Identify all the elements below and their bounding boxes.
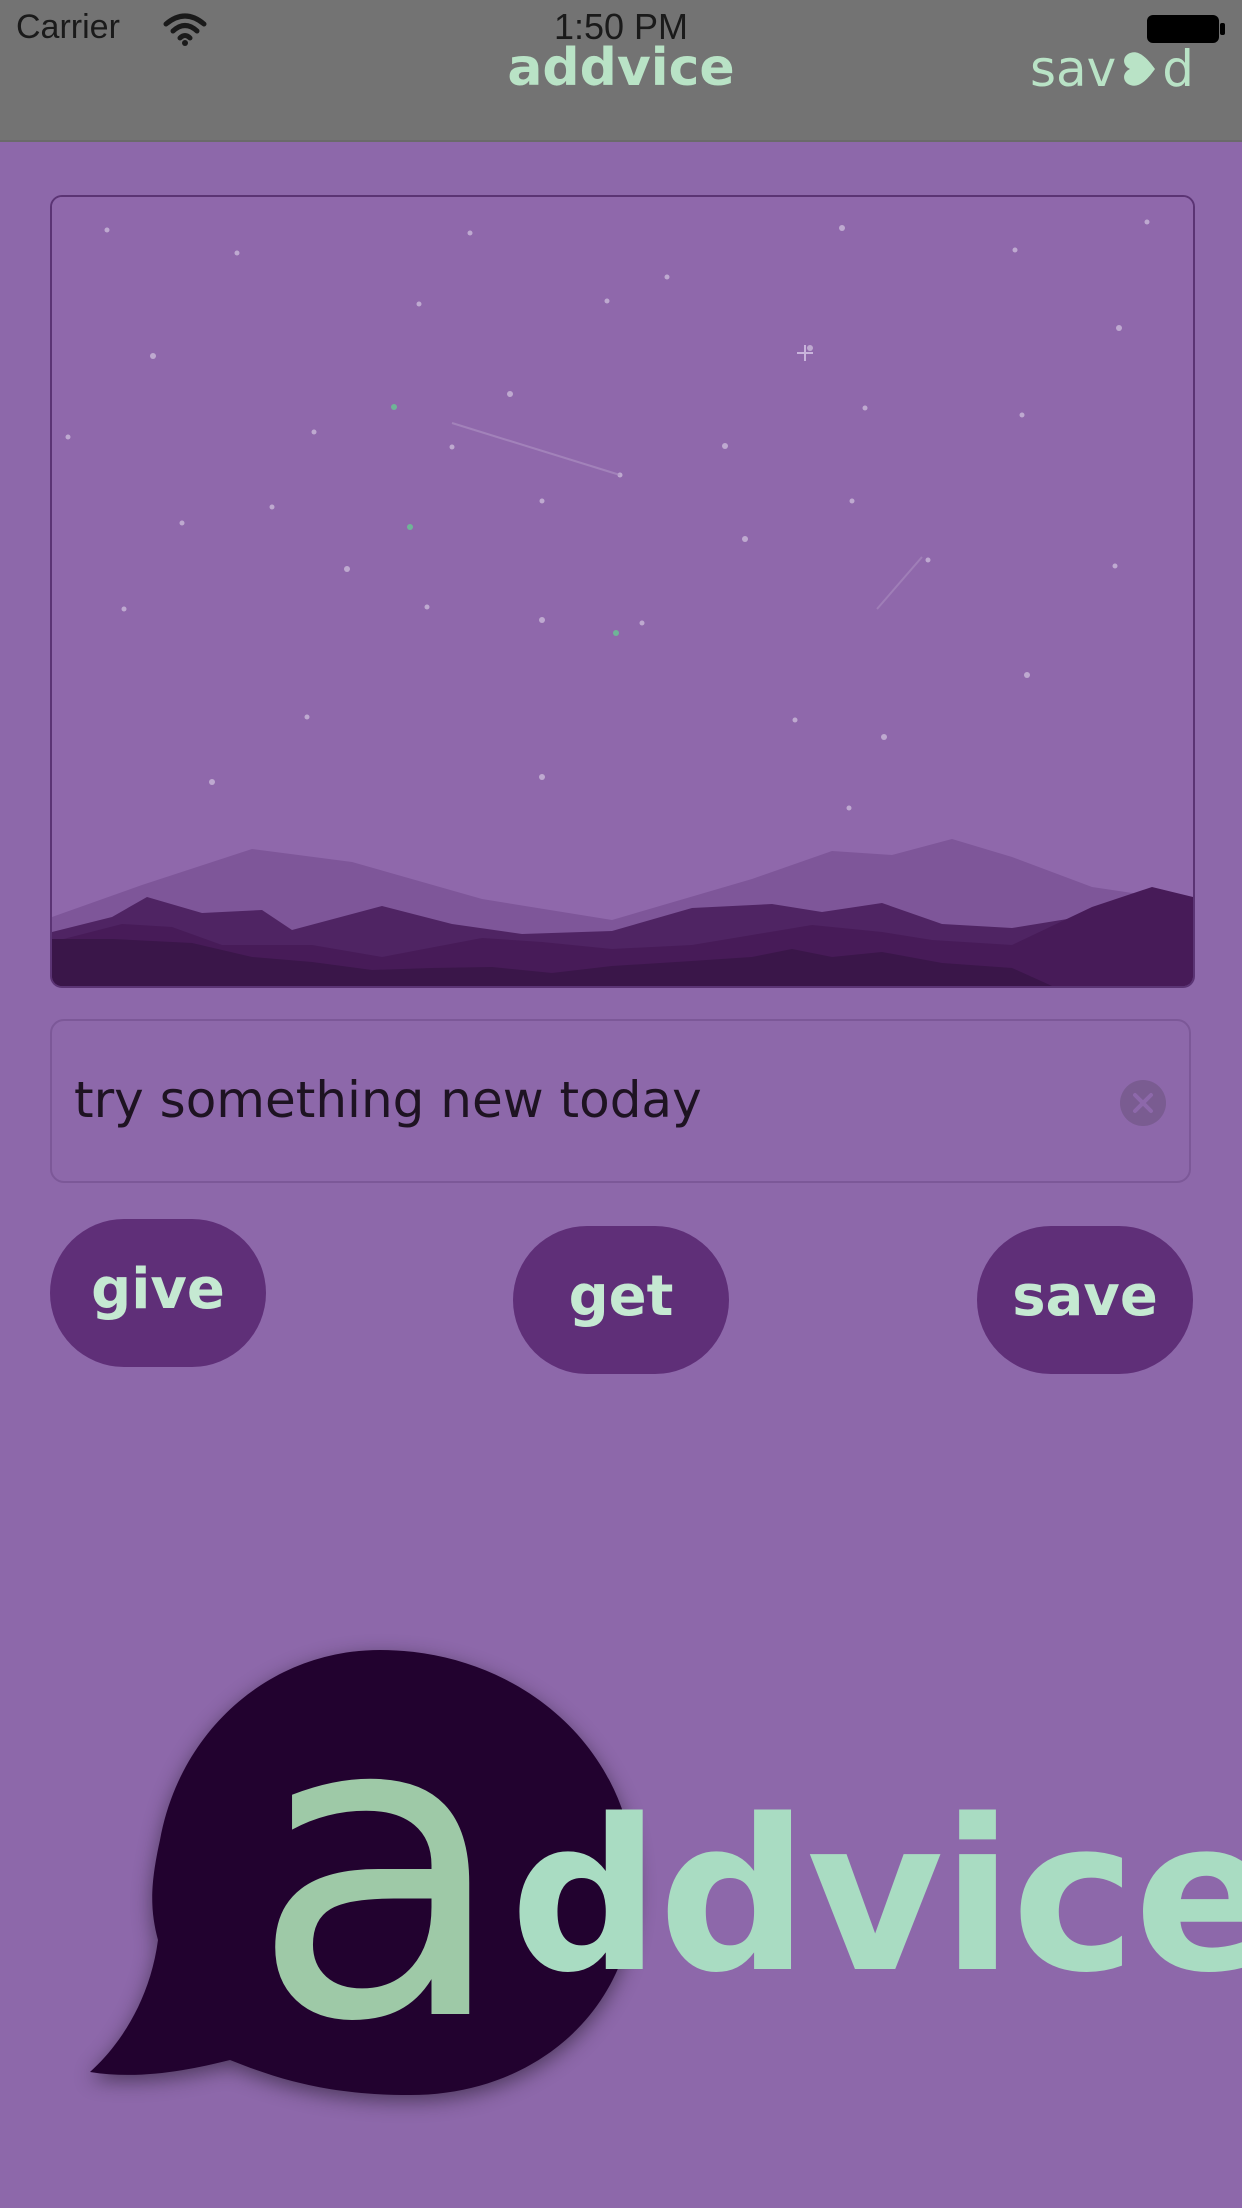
heart-icon bbox=[1124, 52, 1156, 86]
saved-label-prefix: sav bbox=[1029, 40, 1117, 98]
logo-letter-a: a bbox=[250, 1625, 508, 2114]
get-button[interactable]: get bbox=[513, 1226, 729, 1374]
addvice-logo: a ddvice bbox=[80, 1625, 1242, 2120]
advice-text-field[interactable]: try something new today bbox=[50, 1019, 1191, 1183]
mountain-landscape-illustration bbox=[52, 197, 1193, 986]
advice-text-value: try something new today bbox=[74, 1071, 702, 1129]
saved-label-suffix: d bbox=[1162, 40, 1194, 98]
navigation-bar: Carrier 1:50 PM addvice sav d bbox=[0, 0, 1242, 142]
save-button[interactable]: save bbox=[977, 1226, 1193, 1374]
clear-icon[interactable] bbox=[1119, 1079, 1167, 1127]
logo-wordmark: ddvice bbox=[510, 1774, 1242, 2019]
give-button[interactable]: give bbox=[50, 1219, 266, 1367]
night-sky-image bbox=[50, 195, 1195, 988]
saved-button[interactable]: sav d bbox=[1030, 40, 1194, 98]
